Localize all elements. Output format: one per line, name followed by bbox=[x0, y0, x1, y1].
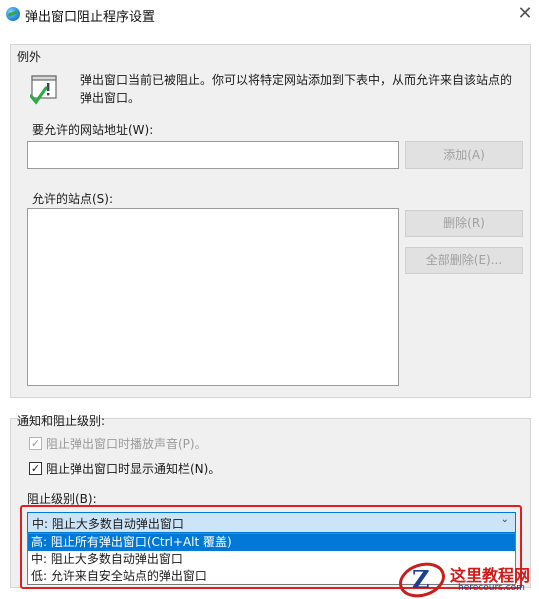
allowed-sites-label: 允许的站点(S): bbox=[32, 192, 114, 206]
svg-text:Z: Z bbox=[412, 565, 430, 594]
exceptions-group-title: 例外 bbox=[17, 50, 42, 64]
remove-button[interactable]: 删除(R) bbox=[405, 210, 523, 237]
popup-blocked-icon bbox=[30, 75, 57, 105]
close-icon[interactable]: ✕ bbox=[514, 3, 536, 25]
internet-options-icon bbox=[6, 7, 20, 21]
watermark-url: herecours.com bbox=[458, 583, 525, 593]
window-title: 弹出窗口阻止程序设置 bbox=[25, 10, 156, 25]
address-input[interactable] bbox=[27, 141, 399, 169]
title-bar: 弹出窗口阻止程序设置 ✕ bbox=[0, 0, 539, 30]
highlight-box bbox=[20, 505, 522, 589]
remove-all-button[interactable]: 全部删除(E)... bbox=[405, 247, 523, 274]
allowed-sites-list[interactable] bbox=[27, 208, 399, 386]
show-bar-checkbox[interactable]: ✓ bbox=[29, 462, 42, 475]
notifications-group-title: 通知和阻止级别: bbox=[17, 414, 106, 428]
show-bar-label: 阻止弹出窗口时显示通知栏(N)。 bbox=[46, 462, 221, 476]
watermark-logo-icon: Z bbox=[399, 562, 445, 598]
play-sound-checkbox[interactable]: ✓ bbox=[29, 437, 42, 450]
info-text: 弹出窗口当前已被阻止。你可以将特定网站添加到下表中，从而允许来自该站点的弹出窗口… bbox=[80, 73, 513, 105]
play-sound-label: 阻止弹出窗口时播放声音(P)。 bbox=[46, 437, 207, 451]
address-label: 要允许的网站地址(W): bbox=[32, 123, 154, 137]
add-button[interactable]: 添加(A) bbox=[405, 141, 523, 169]
